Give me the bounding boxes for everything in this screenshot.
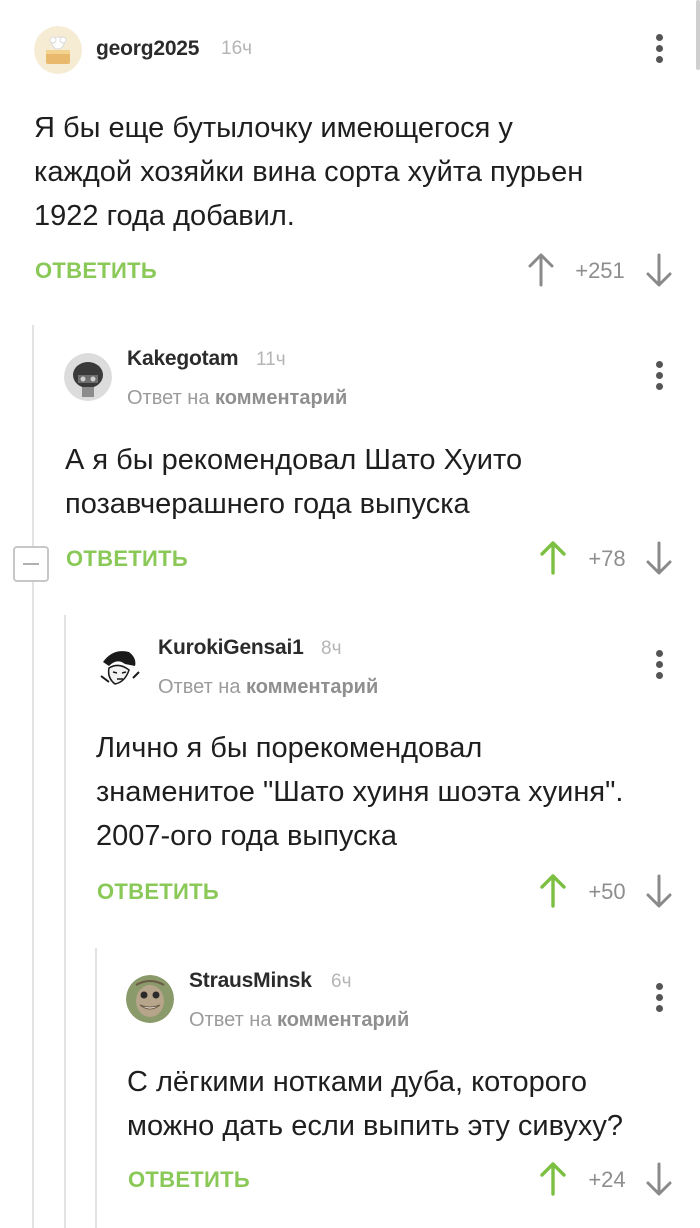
- reply-button[interactable]: ОТВЕТИТЬ: [128, 1167, 250, 1193]
- sketch-avatar-icon: [95, 642, 143, 690]
- reply-to-link[interactable]: комментарий: [277, 1009, 409, 1031]
- vote-score: +24: [588, 1167, 626, 1192]
- comment-text-line: 1922 года добавил.: [34, 200, 295, 232]
- comment-time: 11ч: [256, 349, 286, 370]
- comment-text-line: знаменитое "Шато хуиня шоэта хуиня".: [96, 776, 624, 808]
- reply-button[interactable]: ОТВЕТИТЬ: [35, 258, 157, 284]
- reply-to-prefix: Ответ на: [158, 676, 241, 698]
- comment-text: Лично я бы порекомендовал знаменитое "Ша…: [96, 726, 623, 858]
- comment-time: 8ч: [321, 638, 342, 659]
- reply-to-label: Ответ на комментарий: [189, 1009, 409, 1032]
- downvote-icon[interactable]: [644, 540, 674, 576]
- comment-time: 16ч: [221, 38, 253, 59]
- collapse-thread-button[interactable]: [13, 546, 49, 582]
- vote-score: +78: [588, 546, 626, 571]
- comment-text: С лёгкими нотками дуба, которого можно д…: [127, 1060, 623, 1148]
- comment-text: Я бы еще бутылочку имеющегося у каждой х…: [34, 106, 583, 238]
- vote-score: +50: [588, 879, 626, 904]
- ostrich-avatar-icon: [126, 975, 174, 1023]
- comment-text-line: позавчерашнего года выпуска: [65, 488, 470, 520]
- more-options-icon[interactable]: [651, 650, 667, 684]
- downvote-icon[interactable]: [644, 1161, 674, 1197]
- cake-avatar-icon: [34, 26, 82, 74]
- scrollbar[interactable]: [696, 0, 700, 70]
- comment-time: 6ч: [331, 971, 352, 992]
- avatar[interactable]: [34, 26, 82, 74]
- downvote-icon[interactable]: [644, 873, 674, 909]
- reply-to-link[interactable]: комментарий: [215, 387, 347, 409]
- reply-to-label: Ответ на комментарий: [158, 676, 378, 699]
- vote-score: +251: [575, 258, 625, 283]
- comment-text-line: Я бы еще бутылочку имеющегося у: [34, 112, 513, 144]
- comment-text-line: можно дать если выпить эту сивуху?: [127, 1110, 624, 1142]
- thread-line-level-2: [64, 615, 66, 1228]
- username[interactable]: StrausMinsk: [189, 969, 312, 993]
- comment-text-line: 2007-ого года выпуска: [96, 820, 398, 852]
- avatar[interactable]: [64, 353, 112, 401]
- comment-text-line: С лёгкими нотками дуба, которого: [127, 1066, 587, 1098]
- username[interactable]: georg2025: [96, 37, 199, 61]
- helmet-avatar-icon: [64, 353, 112, 401]
- reply-to-link[interactable]: комментарий: [246, 676, 378, 698]
- username[interactable]: Kakegotam: [127, 347, 239, 371]
- comment-text-line: Лично я бы порекомендовал: [96, 732, 483, 764]
- avatar[interactable]: [95, 642, 143, 690]
- upvote-icon[interactable]: [538, 873, 568, 909]
- comment-text-line: каждой хозяйки вина сорта хуйта пурьен: [34, 156, 584, 188]
- upvote-icon[interactable]: [538, 540, 568, 576]
- more-options-icon[interactable]: [651, 34, 667, 68]
- comment-text-line: А я бы рекомендовал Шато Хуито: [65, 444, 523, 476]
- more-options-icon[interactable]: [651, 361, 667, 395]
- upvote-icon[interactable]: [538, 1161, 568, 1197]
- reply-button[interactable]: ОТВЕТИТЬ: [66, 546, 188, 572]
- reply-button[interactable]: ОТВЕТИТЬ: [97, 879, 219, 905]
- thread-line-level-3: [95, 948, 97, 1228]
- avatar[interactable]: [126, 975, 174, 1023]
- more-options-icon[interactable]: [651, 983, 667, 1017]
- reply-to-prefix: Ответ на: [127, 387, 210, 409]
- upvote-icon[interactable]: [526, 252, 556, 288]
- downvote-icon[interactable]: [644, 252, 674, 288]
- username[interactable]: KurokiGensai1: [158, 636, 304, 660]
- reply-to-prefix: Ответ на: [189, 1009, 272, 1031]
- comment-text: А я бы рекомендовал Шато Хуито позавчера…: [65, 438, 522, 526]
- thread-line-level-1: [32, 325, 34, 1228]
- reply-to-label: Ответ на комментарий: [127, 387, 347, 410]
